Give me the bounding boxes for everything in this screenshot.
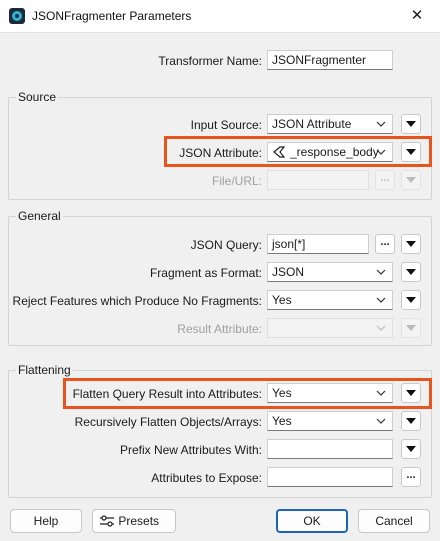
close-button[interactable]: ✕ <box>394 0 440 32</box>
triangle-down-icon <box>406 297 416 303</box>
transformer-name-label: Transformer Name: <box>158 54 262 68</box>
file-url-input[interactable] <box>267 170 369 190</box>
chevron-down-icon <box>376 269 386 275</box>
window-title: JSONFragmenter Parameters <box>32 9 192 23</box>
json-query-edit-button[interactable]: ... <box>375 234 395 254</box>
result-attribute-menu-button[interactable] <box>401 318 421 338</box>
input-source-menu-button[interactable] <box>401 114 421 134</box>
triangle-down-icon <box>406 121 416 127</box>
input-source-value: JSON Attribute <box>272 117 352 131</box>
chevron-down-icon <box>376 325 386 331</box>
ok-button[interactable]: OK <box>276 509 348 533</box>
triangle-down-icon <box>406 325 416 331</box>
attributes-to-expose-input[interactable] <box>267 467 393 487</box>
prefix-label: Prefix New Attributes With: <box>119 443 262 457</box>
result-attribute-label: Result Attribute: <box>177 322 262 336</box>
reject-features-value: Yes <box>272 293 292 307</box>
reject-features-menu-button[interactable] <box>401 290 421 310</box>
json-query-input[interactable]: json[*] <box>267 234 369 254</box>
triangle-down-icon <box>406 269 416 275</box>
file-url-browse-button[interactable]: ... <box>375 170 395 190</box>
close-icon: ✕ <box>410 7 424 24</box>
general-group-title: General <box>16 209 63 223</box>
presets-button[interactable]: Presets <box>92 509 176 533</box>
input-source-label: Input Source: <box>190 118 262 132</box>
presets-label: Presets <box>118 514 160 528</box>
fragment-format-value: JSON <box>272 265 305 279</box>
fragment-format-menu-button[interactable] <box>401 262 421 282</box>
flattening-group-title: Flattening <box>16 363 73 377</box>
transformer-name-input[interactable]: JSONFragmenter <box>267 50 393 70</box>
fragment-format-label: Fragment as Format: <box>149 266 262 280</box>
reject-features-select[interactable]: Yes <box>267 290 393 310</box>
presets-icon <box>100 515 114 527</box>
triangle-down-icon <box>406 241 416 247</box>
input-source-select[interactable]: JSON Attribute <box>267 114 393 134</box>
title-bar: JSONFragmenter Parameters ✕ <box>0 0 440 32</box>
file-url-menu-button[interactable] <box>401 170 421 190</box>
recursively-flatten-value: Yes <box>272 414 292 428</box>
cancel-button[interactable]: Cancel <box>358 509 430 533</box>
source-group-title: Source <box>16 90 59 104</box>
json-query-label: JSON Query: <box>190 238 262 252</box>
recursively-flatten-menu-button[interactable] <box>401 411 421 431</box>
reject-features-label: Reject Features which Produce No Fragmen… <box>12 294 262 308</box>
attributes-to-expose-button[interactable]: ... <box>401 467 421 487</box>
recursively-flatten-select[interactable]: Yes <box>267 411 393 431</box>
triangle-down-icon <box>406 418 416 424</box>
recursively-flatten-label: Recursively Flatten Objects/Arrays: <box>74 415 262 429</box>
result-attribute-select[interactable] <box>267 318 393 338</box>
help-button[interactable]: Help <box>10 509 82 533</box>
attributes-to-expose-label: Attributes to Expose: <box>151 471 262 485</box>
chevron-down-icon <box>376 418 386 424</box>
file-url-label: File/URL: <box>211 174 262 188</box>
triangle-down-icon <box>406 446 416 452</box>
app-icon <box>9 8 25 24</box>
chevron-down-icon <box>376 121 386 127</box>
json-query-menu-button[interactable] <box>401 234 421 254</box>
flatten-query-highlight <box>63 378 432 409</box>
chevron-down-icon <box>376 297 386 303</box>
json-attribute-highlight <box>164 136 432 167</box>
fragment-format-select[interactable]: JSON <box>267 262 393 282</box>
triangle-down-icon <box>406 177 416 183</box>
prefix-input[interactable] <box>267 439 393 459</box>
prefix-menu-button[interactable] <box>401 439 421 459</box>
